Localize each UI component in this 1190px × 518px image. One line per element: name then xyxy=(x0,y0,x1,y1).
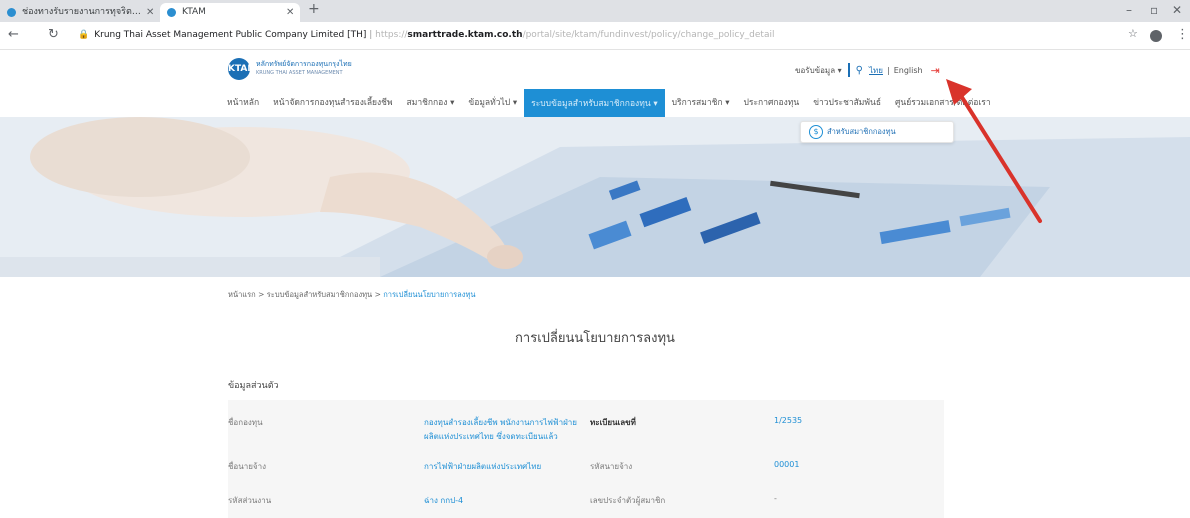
submenu-label: สำหรับสมาชิกกองทุน xyxy=(827,127,896,136)
lang-separator: | xyxy=(886,65,890,75)
breadcrumb-home[interactable]: หน้าแรก xyxy=(228,290,256,299)
profile-avatar[interactable] xyxy=(1150,30,1162,42)
url-path: /portal/site/ktam/fundinvest/policy/chan… xyxy=(522,30,775,40)
breadcrumb-level2[interactable]: ระบบข้อมูลสำหรับสมาชิกกองทุน xyxy=(267,290,372,299)
main-navigation: หน้าหลัก หน้าจัดการกองทุนสำรองเลี้ยงชีพ … xyxy=(220,89,998,119)
url-site-label: Krung Thai Asset Management Public Compa… xyxy=(94,30,367,40)
label-registration-no: ทะเบียนเลขที่ xyxy=(590,418,636,427)
lang-thai-link[interactable]: ไทย xyxy=(869,64,883,77)
label-member-id: เลขประจำตัวผู้สมาชิก xyxy=(590,496,666,505)
nav-item-general[interactable]: ข้อมูลทั่วไป ▾ xyxy=(461,89,524,117)
nav-item-news[interactable]: ข่าวประชาสัมพันธ์ xyxy=(806,89,888,117)
logo-text-th: หลักทรัพย์จัดการกองทุนกรุงไทย xyxy=(256,60,352,68)
breadcrumb-current: การเปลี่ยนนโยบายการลงทุน xyxy=(383,290,476,299)
search-icon[interactable]: ⚲ xyxy=(856,65,863,76)
close-window-icon[interactable]: ✕ xyxy=(1172,3,1182,17)
label-employer-name: ชื่อนายจ้าง xyxy=(228,462,266,471)
divider xyxy=(847,63,850,77)
nav-item-services[interactable]: บริการสมาชิก ▾ xyxy=(665,89,737,117)
lang-english-link[interactable]: English xyxy=(894,66,923,75)
tab-favicon xyxy=(7,8,16,17)
url-field[interactable]: 🔒 Krung Thai Asset Management Public Comp… xyxy=(78,26,1128,45)
website: KTAM หลักทรัพย์จัดการกองทุนกรุงไทย KRUNG… xyxy=(0,51,1190,518)
nav-item-announcements[interactable]: ประกาศกองทุน xyxy=(737,89,807,117)
nav-label: ระบบข้อมูลสำหรับสมาชิกกองทุน xyxy=(531,99,651,109)
label-employer-code: รหัสนายจ้าง xyxy=(590,462,633,471)
section-title: ข้อมูลส่วนตัว xyxy=(228,381,279,391)
dollar-circle-icon: $ xyxy=(809,125,823,139)
tab-title: ช่องทางรับรายงานการทุจริต… xyxy=(22,7,141,17)
breadcrumb: หน้าแรก > ระบบข้อมูลสำหรับสมาชิกกองทุน >… xyxy=(228,289,476,301)
value-fund-name-1: กองทุนสำรองเลี้ยงชีพ พนักงานการไฟฟ้าฝ่าย xyxy=(424,418,577,427)
nav-label: บริการสมาชิก xyxy=(671,98,723,108)
browser-tab-2[interactable]: KTAM ✕ xyxy=(160,3,300,22)
minimize-icon[interactable]: – xyxy=(1126,3,1132,17)
nav-item-member-system[interactable]: ระบบข้อมูลสำหรับสมาชิกกองทุน ▾ xyxy=(524,89,665,119)
nav-item-members[interactable]: สมาชิกกอง ▾ xyxy=(400,89,462,117)
nav-item-home[interactable]: หน้าหลัก xyxy=(220,89,266,117)
browser-tab-1[interactable]: ช่องทางรับรายงานการทุจริต… ✕ xyxy=(0,3,160,22)
back-icon[interactable]: ← xyxy=(8,27,19,42)
login-icon[interactable]: ⇥ xyxy=(931,64,940,77)
address-bar: ← ↻ 🔒 Krung Thai Asset Management Public … xyxy=(0,22,1190,50)
nav-label: สมาชิกกอง xyxy=(406,98,448,108)
site-logo[interactable]: KTAM หลักทรัพย์จัดการกองทุนกรุงไทย KRUNG… xyxy=(228,58,352,80)
contact-label: ขอรับข้อมูล xyxy=(795,65,836,75)
url-domain: smarttrade.ktam.co.th xyxy=(407,30,523,40)
close-tab-icon[interactable]: ✕ xyxy=(286,3,294,22)
maximize-icon[interactable]: ▫ xyxy=(1150,3,1158,17)
value-fund-name-2: ผลิตแห่งประเทศไทย ซึ่งจดทะเบียนแล้ว xyxy=(424,432,558,441)
contact-dropdown[interactable]: ขอรับข้อมูล ▾ xyxy=(795,64,842,77)
reload-icon[interactable]: ↻ xyxy=(48,27,59,42)
new-tab-icon[interactable]: + xyxy=(308,1,320,17)
nav-item-pvd[interactable]: หน้าจัดการกองทุนสำรองเลี้ยงชีพ xyxy=(266,89,399,117)
breadcrumb-sep: > xyxy=(374,290,381,299)
label-fund-name: ชื่อกองทุน xyxy=(228,418,263,427)
bookmark-star-icon[interactable]: ☆ xyxy=(1128,27,1138,40)
url-scheme: https:// xyxy=(375,30,408,40)
close-tab-icon[interactable]: ✕ xyxy=(146,3,154,22)
value-registration-no: 1/2535 xyxy=(774,416,803,425)
menu-kebab-icon[interactable]: ⋮ xyxy=(1176,27,1189,42)
nav-label: ข้อมูลทั่วไป xyxy=(468,98,511,108)
label-department-code: รหัสส่วนงาน xyxy=(228,496,272,505)
top-utility-bar: ขอรับข้อมูล ▾ ⚲ ไทย | English ⇥ xyxy=(795,63,940,77)
breadcrumb-sep: > xyxy=(258,290,265,299)
value-employer-name: การไฟฟ้าฝ่ายผลิตแห่งประเทศไทย xyxy=(424,462,542,471)
page-title: การเปลี่ยนนโยบายการลงทุน xyxy=(515,331,675,346)
tab-favicon xyxy=(167,8,176,17)
lock-icon: 🔒 xyxy=(78,30,90,40)
logo-text-en: KRUNG THAI ASSET MANAGEMENT xyxy=(256,70,343,76)
value-member-id: - xyxy=(774,494,777,503)
submenu-member-info[interactable]: $ สำหรับสมาชิกกองทุน xyxy=(800,121,954,143)
personal-info-table: ชื่อกองทุน กองทุนสำรองเลี้ยงชีพ พนักงานก… xyxy=(228,400,944,518)
red-arrow-annotation xyxy=(946,79,1042,223)
value-department-code: ฉ่าง กกป-4 xyxy=(424,496,464,505)
value-employer-code: 00001 xyxy=(774,460,800,469)
logo-mark: KTAM xyxy=(228,58,256,80)
browser-tab-bar: ช่องทางรับรายงานการทุจริต… ✕ KTAM ✕ + – … xyxy=(0,0,1190,22)
tab-title: KTAM xyxy=(182,7,206,17)
